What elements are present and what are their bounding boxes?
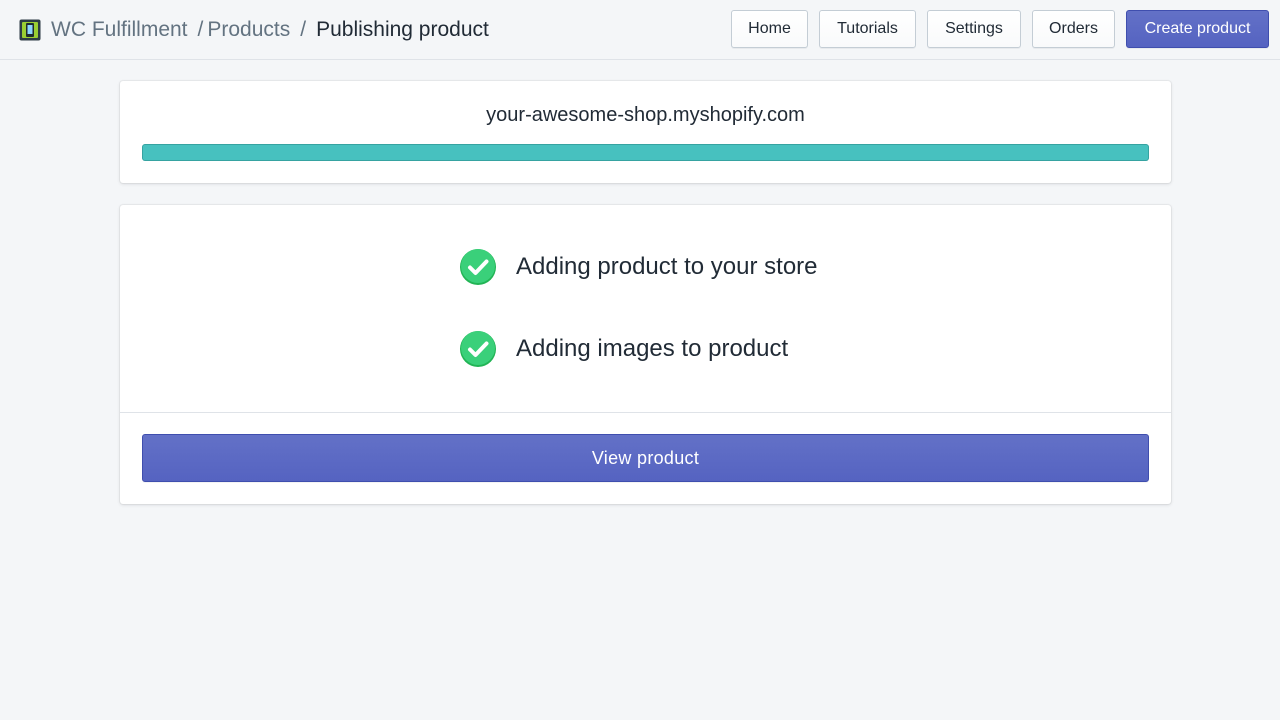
- step-label: Adding product to your store: [516, 253, 818, 280]
- shop-card: your-awesome-shop.myshopify.com: [120, 81, 1171, 183]
- breadcrumb-app-link[interactable]: WC Fulfillment: [51, 18, 188, 42]
- publish-progress-bar: [142, 144, 1149, 161]
- step-list: Adding product to your store Adding imag…: [459, 247, 818, 411]
- view-product-button[interactable]: View product: [142, 434, 1149, 482]
- breadcrumb-separator: /: [300, 18, 307, 41]
- create-product-button[interactable]: Create product: [1126, 10, 1269, 48]
- steps-card: Adding product to your store Adding imag…: [120, 205, 1171, 504]
- list-item: Adding product to your store: [459, 247, 818, 287]
- settings-button[interactable]: Settings: [927, 10, 1021, 48]
- check-circle-icon: [459, 330, 497, 368]
- top-nav: Home Tutorials Settings Orders Create pr…: [731, 10, 1269, 48]
- orders-button[interactable]: Orders: [1032, 10, 1115, 48]
- check-circle-icon: [459, 248, 497, 286]
- step-label: Adding images to product: [516, 335, 789, 362]
- breadcrumb: WC Fulfillment / Products / Publishing p…: [19, 16, 489, 44]
- top-bar: WC Fulfillment / Products / Publishing p…: [0, 0, 1280, 60]
- publish-progress-fill: [142, 144, 1149, 161]
- tutorials-button[interactable]: Tutorials: [819, 10, 916, 48]
- list-item: Adding images to product: [459, 329, 818, 369]
- app-logo-icon: [19, 19, 41, 41]
- page-title: Publishing product: [316, 18, 489, 41]
- breadcrumb-separator: /: [197, 18, 204, 41]
- breadcrumb-products-link[interactable]: Products: [207, 18, 290, 42]
- divider: [120, 412, 1171, 413]
- shop-domain: your-awesome-shop.myshopify.com: [486, 104, 805, 126]
- home-button[interactable]: Home: [731, 10, 808, 48]
